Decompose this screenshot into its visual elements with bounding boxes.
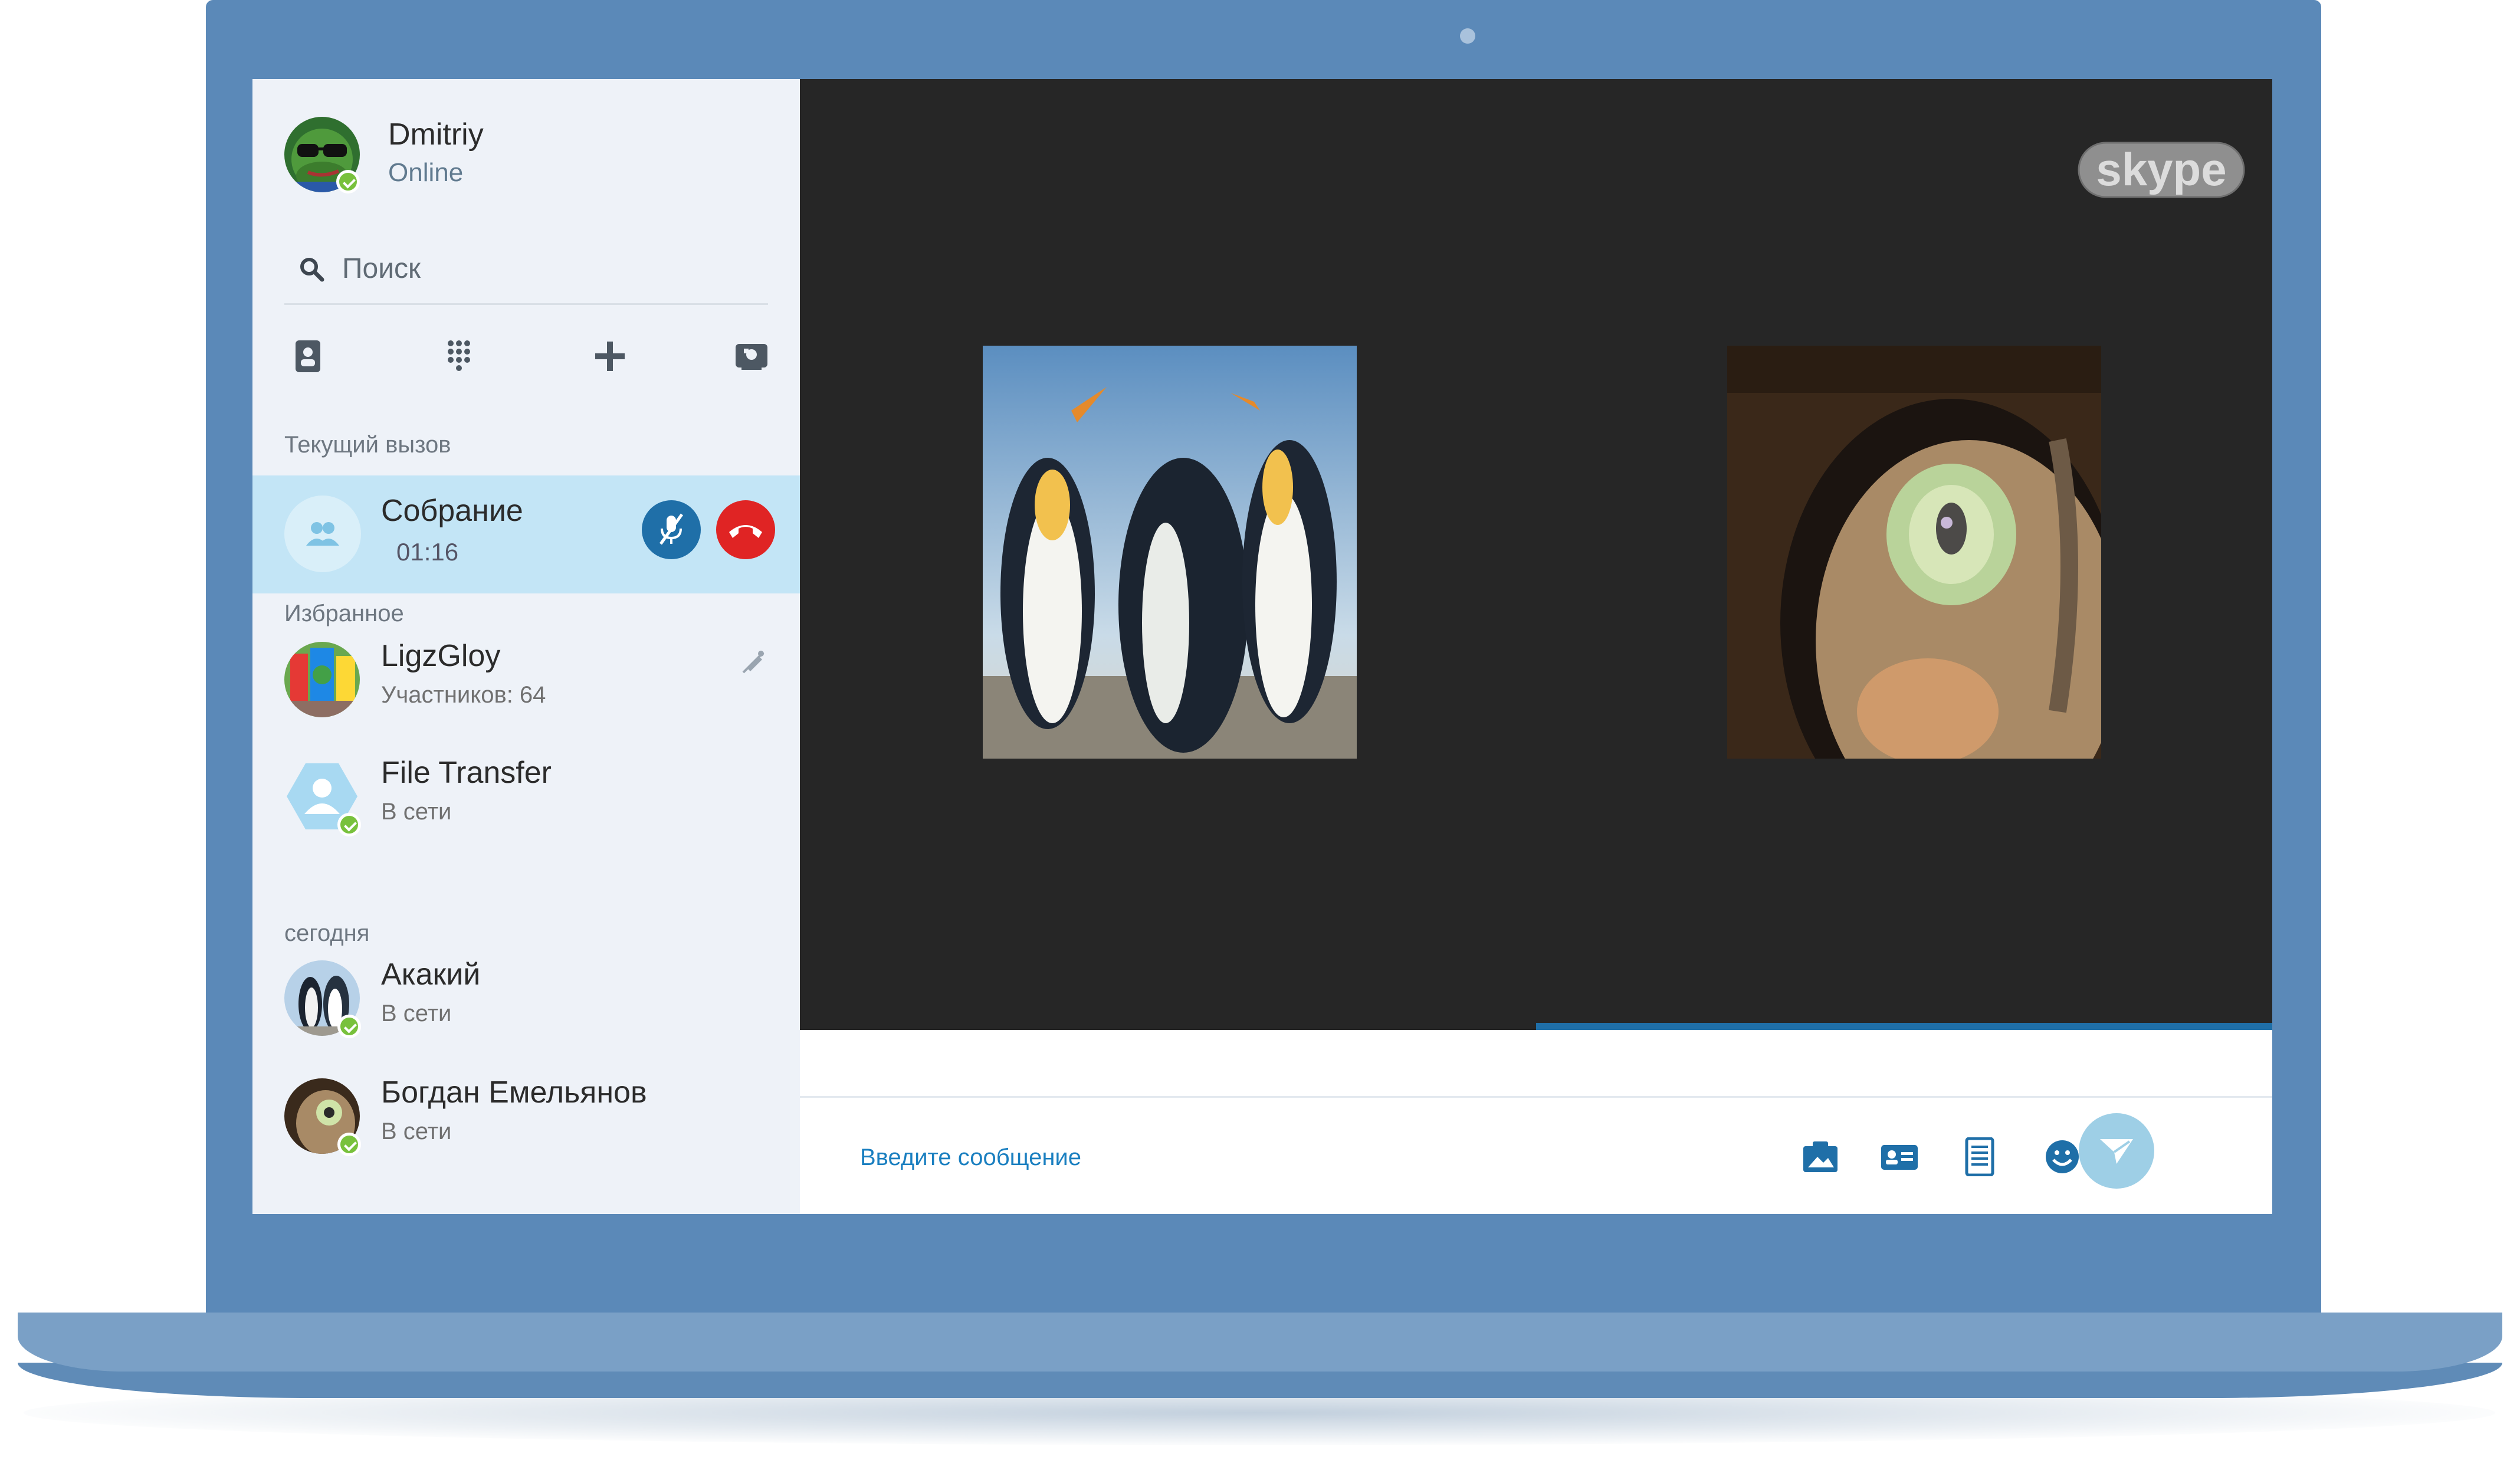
sidebar-toolbar bbox=[284, 327, 768, 386]
group-icon bbox=[306, 522, 339, 546]
contact-subtitle: В сети bbox=[381, 1118, 452, 1144]
hang-up-button[interactable] bbox=[716, 500, 775, 559]
call-progress-fill bbox=[1536, 1023, 2272, 1030]
send-icon bbox=[2100, 1139, 2133, 1164]
message-composer bbox=[800, 1098, 2272, 1214]
contact-name: Акакий bbox=[381, 957, 481, 992]
send-file-button[interactable] bbox=[1958, 1136, 2001, 1178]
call-progress-track bbox=[800, 1023, 2272, 1030]
emoticon-button[interactable] bbox=[2041, 1136, 2083, 1178]
contact-avatar bbox=[284, 642, 360, 717]
search-input[interactable] bbox=[341, 251, 697, 286]
contact-name: Богдан Емельянов bbox=[381, 1075, 647, 1110]
file-icon bbox=[1965, 1137, 1994, 1176]
message-history bbox=[800, 1030, 2272, 1098]
add-icon[interactable] bbox=[586, 333, 634, 380]
contact-row-file-transfer[interactable]: File Transfer В сети bbox=[252, 750, 800, 851]
contact-name: LigzGloy bbox=[381, 639, 501, 673]
skype-window: Dmitriy Online Поиск Текущий вызов Собра… bbox=[252, 79, 2272, 1214]
hang-up-icon bbox=[729, 525, 762, 538]
today-heading: сегодня bbox=[284, 920, 370, 946]
sidebar: Dmitriy Online Поиск Текущий вызов Собра… bbox=[252, 79, 800, 1214]
dialpad-icon[interactable] bbox=[435, 333, 483, 380]
online-dot bbox=[337, 1133, 361, 1156]
contact-subtitle: В сети bbox=[381, 1000, 452, 1026]
media-icon bbox=[1803, 1141, 1838, 1172]
message-input[interactable] bbox=[859, 1139, 1687, 1176]
contact-subtitle: Участников: 64 bbox=[381, 682, 546, 708]
mute-microphone-button[interactable] bbox=[642, 500, 701, 559]
contact-card-icon bbox=[1881, 1145, 1918, 1170]
new-call-icon[interactable] bbox=[728, 333, 775, 380]
laptop-base bbox=[18, 1313, 2502, 1372]
smiley-icon bbox=[2046, 1140, 2079, 1173]
contact-row-ligzgloy[interactable]: LigzGloy Участников: 64 bbox=[252, 634, 800, 734]
svg-text:skype: skype bbox=[2096, 143, 2226, 195]
send-image-button[interactable] bbox=[1799, 1136, 1842, 1178]
participant-video-penguins[interactable] bbox=[983, 346, 1357, 759]
search-icon bbox=[300, 258, 324, 282]
search-box[interactable] bbox=[284, 238, 768, 305]
contact-row-akakiy[interactable]: Акакий В сети bbox=[252, 952, 800, 1052]
call-video-area: skype bbox=[800, 79, 2272, 1029]
current-call-row[interactable]: Собрание 01:16 bbox=[252, 475, 800, 593]
webcam-dot bbox=[1460, 28, 1475, 44]
call-duration: 01:16 bbox=[396, 538, 459, 566]
favorites-heading: Избранное bbox=[284, 601, 404, 626]
profile-online-dot bbox=[336, 170, 360, 193]
skype-logo: skype bbox=[2078, 142, 2245, 198]
group-avatar bbox=[284, 496, 361, 572]
profile-header[interactable]: Dmitriy Online bbox=[284, 111, 768, 199]
profile-status[interactable]: Online bbox=[388, 158, 463, 188]
send-contact-button[interactable] bbox=[1878, 1136, 1921, 1178]
contact-row-bogdan[interactable]: Богдан Емельянов В сети bbox=[252, 1070, 800, 1170]
online-dot bbox=[337, 1015, 361, 1038]
notifications-muted-icon bbox=[742, 651, 764, 674]
send-message-button[interactable] bbox=[2079, 1113, 2154, 1189]
profile-name: Dmitriy bbox=[388, 117, 484, 152]
online-dot bbox=[337, 813, 361, 836]
contact-subtitle: В сети bbox=[381, 799, 452, 825]
contact-name: File Transfer bbox=[381, 756, 552, 790]
participant-video-cat[interactable] bbox=[1727, 346, 2101, 759]
mic-off-icon bbox=[659, 513, 684, 545]
contacts-icon[interactable] bbox=[284, 333, 332, 380]
current-call-heading: Текущий вызов bbox=[284, 432, 451, 458]
current-call-name: Собрание bbox=[381, 494, 523, 528]
